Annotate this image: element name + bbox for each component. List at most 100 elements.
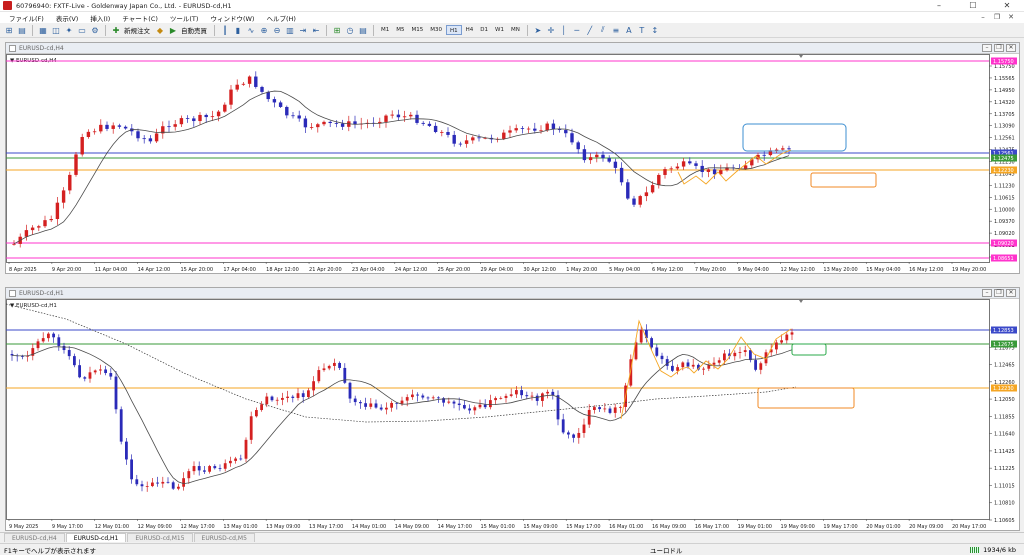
time-label: 29 Apr 04:00 (481, 267, 514, 273)
time-label: 19 May 20:00 (952, 267, 986, 273)
candle-body (603, 408, 607, 410)
chart-window-controls: – ❐ ✕ (982, 44, 1016, 52)
time-label: 13 May 01:00 (223, 524, 257, 530)
tile-windows-icon[interactable]: ▥ (284, 24, 296, 36)
mdi-close-button[interactable]: ✕ (1004, 12, 1018, 23)
new-chart-icon[interactable]: ⊞ (3, 24, 15, 36)
timeframe-m30-button[interactable]: M30 (427, 25, 445, 35)
timeframe-m5-button[interactable]: M5 (393, 25, 407, 35)
price-chart-h4[interactable]: ▼ EURUSD-cd,H41.157501.155651.149501.143… (6, 54, 1019, 273)
mdi-restore-button[interactable]: ❐ (990, 12, 1004, 23)
menu-view[interactable]: 表示(V) (50, 13, 85, 23)
candle-body (327, 365, 331, 369)
close-button[interactable]: ✕ (990, 0, 1024, 12)
menu-help[interactable]: ヘルプ(H) (260, 13, 301, 23)
menu-insert[interactable]: 挿入(I) (84, 13, 116, 23)
text-icon[interactable]: A (623, 24, 635, 36)
menu-chart[interactable]: チャート(C) (116, 13, 164, 23)
price-label: 1.11425 (994, 449, 1015, 455)
candle-body (440, 131, 444, 133)
label-icon[interactable]: T (636, 24, 648, 36)
candle-body (286, 396, 289, 398)
timeframe-h1-button[interactable]: H1 (446, 25, 462, 35)
trendline-icon[interactable]: ╱ (584, 24, 596, 36)
chart-minimize-button[interactable]: – (982, 289, 992, 297)
candle-body (686, 362, 690, 367)
new-order-icon[interactable]: ✚ (110, 24, 122, 36)
candle-body (396, 114, 401, 118)
meta-editor-icon[interactable]: ◆ (154, 24, 166, 36)
zoom-in-icon[interactable]: ⊕ (258, 24, 270, 36)
indicators-icon[interactable]: ⊞ (331, 24, 343, 36)
timeframe-mn-button[interactable]: MN (508, 25, 523, 35)
navigator-icon[interactable]: ✦ (63, 24, 75, 36)
timeframe-w1-button[interactable]: W1 (492, 25, 507, 35)
terminal-icon[interactable]: ▭ (76, 24, 88, 36)
candle-body (229, 89, 233, 105)
tester-icon[interactable]: ⚙ (89, 24, 101, 36)
timeframe-h4-button[interactable]: H4 (463, 25, 477, 35)
minimize-button[interactable]: – (922, 0, 956, 12)
chart-window-header[interactable]: EURUSD-cd,H1 – ❐ ✕ (6, 288, 1019, 299)
channel-icon[interactable]: ⫽ (597, 24, 609, 36)
data-window-icon[interactable]: ◫ (50, 24, 62, 36)
vertical-line-icon[interactable]: │ (558, 24, 570, 36)
chart-window-h4[interactable]: EURUSD-cd,H4 – ❐ ✕ ▼ EURUSD-cd,H4 1.15750… (5, 42, 1020, 274)
chart-window-h1[interactable]: EURUSD-cd,H1 – ❐ ✕ ▼ EURUSD-cd,H1 1.12853… (5, 287, 1020, 531)
menu-file[interactable]: ファイル(F) (3, 13, 50, 23)
candlestick-icon[interactable]: ▮ (232, 24, 244, 36)
crosshair-icon[interactable]: ✛ (545, 24, 557, 36)
timeframe-m15-button[interactable]: M15 (409, 25, 427, 35)
tab-eurusd-m5[interactable]: EURUSD-cd,M5 (193, 533, 255, 542)
tab-eurusd-h4[interactable]: EURUSD-cd,H4 (4, 533, 65, 542)
status-profile: ユーロドル (650, 546, 683, 555)
timeframe-d1-button[interactable]: D1 (477, 25, 491, 35)
mdi-minimize-button[interactable]: – (976, 12, 990, 23)
horizontal-line-icon[interactable]: ─ (571, 24, 583, 36)
cursor-icon[interactable]: ➤ (532, 24, 544, 36)
timeframe-m1-button[interactable]: M1 (378, 25, 392, 35)
chart-shift-icon[interactable]: ⇤ (310, 24, 322, 36)
auto-trading-button[interactable]: 自動売買 (180, 25, 210, 35)
new-order-button[interactable]: 新規注文 (123, 25, 153, 35)
tab-eurusd-m15[interactable]: EURUSD-cd,M15 (127, 533, 193, 542)
time-label: 25 Apr 20:00 (438, 267, 471, 273)
candle-body (37, 226, 41, 228)
line-chart-icon[interactable]: ∿ (245, 24, 257, 36)
price-label: 1.11225 (994, 466, 1015, 472)
menu-tools[interactable]: ツール(T) (164, 13, 205, 23)
chart-restore-button[interactable]: ❐ (994, 44, 1004, 52)
maximize-button[interactable]: ☐ (956, 0, 990, 12)
candle-body (504, 395, 508, 398)
chart-window-title: EURUSD-cd,H1 (19, 289, 64, 297)
auto-scroll-icon[interactable]: ⇥ (297, 24, 309, 36)
candle-body (74, 154, 78, 175)
chart-close-button[interactable]: ✕ (1006, 44, 1016, 52)
tab-eurusd-h1[interactable]: EURUSD-cd,H1 (65, 533, 127, 542)
menu-window[interactable]: ウィンドウ(W) (204, 13, 260, 23)
chart-window-controls: – ❐ ✕ (982, 289, 1016, 297)
price-chart-h1[interactable]: ▼ EURUSD-cd,H1 1.12853 1.12675 1.12465 1.122… (6, 299, 1019, 530)
templates-icon[interactable]: ▤ (357, 24, 369, 36)
candle-body (213, 466, 217, 469)
fibonacci-icon[interactable]: ≡ (610, 24, 622, 36)
arrows-icon[interactable]: ↕ (649, 24, 661, 36)
bar-chart-icon[interactable]: ┃ (219, 24, 231, 36)
chart-close-button[interactable]: ✕ (1006, 289, 1016, 297)
profiles-icon[interactable]: ▤ (16, 24, 28, 36)
candle-body (702, 368, 705, 370)
candle-body (619, 167, 624, 183)
candle-body (452, 401, 456, 404)
chart-minimize-button[interactable]: – (982, 44, 992, 52)
candle-body (774, 149, 779, 151)
auto-trading-icon[interactable]: ▶ (167, 24, 179, 36)
zoom-out-icon[interactable]: ⊖ (271, 24, 283, 36)
candle-body (385, 407, 388, 410)
candle-body (754, 360, 757, 370)
candle-body (43, 220, 47, 227)
chart-window-header[interactable]: EURUSD-cd,H4 – ❐ ✕ (6, 43, 1019, 54)
chart-restore-button[interactable]: ❐ (994, 289, 1004, 297)
market-watch-icon[interactable]: ▦ (37, 24, 49, 36)
price-label: 1.13705 (994, 112, 1015, 118)
periods-icon[interactable]: ◷ (344, 24, 356, 36)
